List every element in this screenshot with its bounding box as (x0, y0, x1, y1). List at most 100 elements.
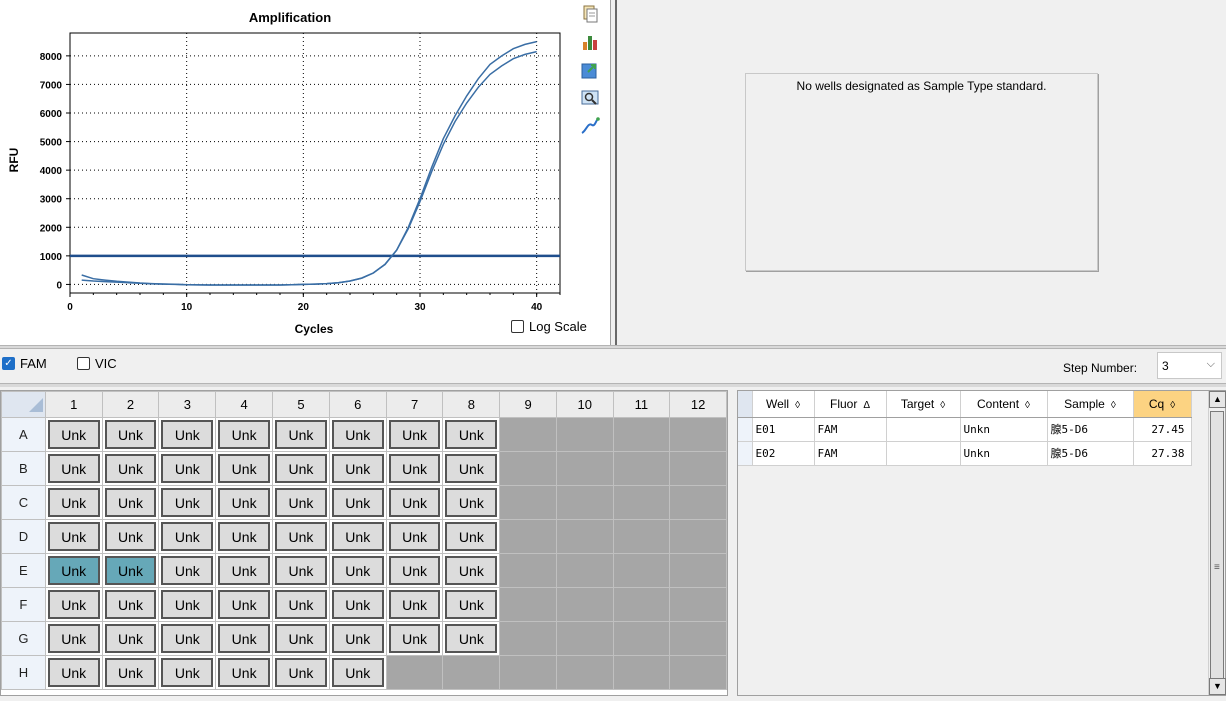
well-g5[interactable]: Unk (272, 621, 330, 656)
well-f12[interactable] (669, 587, 727, 622)
well-e4[interactable]: Unk (215, 553, 274, 588)
well-e1[interactable]: Unk (44, 553, 103, 588)
row-header-g[interactable]: G (1, 621, 46, 656)
well-e9[interactable] (499, 553, 557, 588)
well-g10[interactable] (555, 621, 614, 656)
well-h2[interactable]: Unk (101, 655, 160, 690)
well-c5[interactable]: Unk (272, 485, 330, 520)
well-g8[interactable]: Unk (442, 621, 501, 656)
well-e10[interactable] (555, 553, 614, 588)
fam-checkbox[interactable]: ✓ (2, 357, 15, 370)
well-a2[interactable]: Unk (101, 417, 160, 452)
column-header-1[interactable]: 1 (44, 391, 103, 418)
log-scale-checkbox[interactable] (511, 320, 524, 333)
column-header-5[interactable]: 5 (272, 391, 330, 418)
well-b10[interactable] (555, 451, 614, 486)
header-cq[interactable]: Cq ◊ (1133, 391, 1192, 418)
well-d3[interactable]: Unk (158, 519, 217, 554)
export-data-icon[interactable] (580, 60, 600, 80)
vic-option[interactable]: VIC (77, 356, 117, 371)
well-b9[interactable] (499, 451, 557, 486)
horizontal-splitter[interactable] (0, 345, 1226, 349)
well-a4[interactable]: Unk (215, 417, 274, 452)
well-c12[interactable] (669, 485, 727, 520)
well-c3[interactable]: Unk (158, 485, 217, 520)
well-a11[interactable] (612, 417, 671, 452)
well-d8[interactable]: Unk (442, 519, 501, 554)
well-g9[interactable] (499, 621, 557, 656)
scroll-down-icon[interactable]: ▼ (1209, 678, 1226, 695)
well-g3[interactable]: Unk (158, 621, 217, 656)
well-d2[interactable]: Unk (101, 519, 160, 554)
table-row[interactable]: E01 FAM Unkn 腺5-D6 27.45 (738, 417, 1192, 442)
well-a10[interactable] (555, 417, 614, 452)
well-g11[interactable] (612, 621, 671, 656)
column-header-10[interactable]: 10 (555, 391, 614, 418)
fam-option[interactable]: ✓ FAM (2, 356, 47, 371)
zoom-icon[interactable] (580, 88, 600, 108)
well-h12[interactable] (669, 655, 727, 690)
well-h6[interactable]: Unk (328, 655, 387, 690)
select-all-corner[interactable] (1, 391, 46, 418)
column-header-4[interactable]: 4 (215, 391, 274, 418)
row-header-f[interactable]: F (1, 587, 46, 622)
well-h10[interactable] (555, 655, 614, 690)
column-header-7[interactable]: 7 (385, 391, 444, 418)
header-target[interactable]: Target ◊ (886, 391, 961, 418)
well-b1[interactable]: Unk (44, 451, 103, 486)
row-header-b[interactable]: B (1, 451, 46, 486)
vertical-scrollbar[interactable]: ▲ ≡ ▼ (1208, 391, 1226, 695)
well-f4[interactable]: Unk (215, 587, 274, 622)
column-header-12[interactable]: 12 (669, 391, 727, 418)
well-a3[interactable]: Unk (158, 417, 217, 452)
log-scale-option[interactable]: Log Scale (511, 319, 587, 334)
column-header-9[interactable]: 9 (499, 391, 557, 418)
well-a7[interactable]: Unk (385, 417, 444, 452)
well-e8[interactable]: Unk (442, 553, 501, 588)
row-selector[interactable] (738, 417, 753, 442)
header-content[interactable]: Content ◊ (960, 391, 1048, 418)
well-g6[interactable]: Unk (328, 621, 387, 656)
column-header-8[interactable]: 8 (442, 391, 501, 418)
well-d11[interactable] (612, 519, 671, 554)
column-header-2[interactable]: 2 (101, 391, 160, 418)
header-sample[interactable]: Sample ◊ (1047, 391, 1134, 418)
well-c11[interactable] (612, 485, 671, 520)
well-f9[interactable] (499, 587, 557, 622)
well-a5[interactable]: Unk (272, 417, 330, 452)
row-selector[interactable] (738, 441, 753, 466)
header-well[interactable]: Well ◊ (752, 391, 815, 418)
well-f8[interactable]: Unk (442, 587, 501, 622)
export-chart-icon[interactable] (580, 32, 600, 52)
curve-settings-icon[interactable] (580, 116, 600, 136)
well-a8[interactable]: Unk (442, 417, 501, 452)
well-c2[interactable]: Unk (101, 485, 160, 520)
well-b7[interactable]: Unk (385, 451, 444, 486)
row-header-h[interactable]: H (1, 655, 46, 690)
well-b11[interactable] (612, 451, 671, 486)
well-g2[interactable]: Unk (101, 621, 160, 656)
well-h5[interactable]: Unk (272, 655, 330, 690)
row-header-a[interactable]: A (1, 417, 46, 452)
well-e5[interactable]: Unk (272, 553, 330, 588)
well-f10[interactable] (555, 587, 614, 622)
column-header-11[interactable]: 11 (612, 391, 671, 418)
well-d12[interactable] (669, 519, 727, 554)
well-g1[interactable]: Unk (44, 621, 103, 656)
well-e3[interactable]: Unk (158, 553, 217, 588)
well-b2[interactable]: Unk (101, 451, 160, 486)
well-f2[interactable]: Unk (101, 587, 160, 622)
well-f3[interactable]: Unk (158, 587, 217, 622)
well-b4[interactable]: Unk (215, 451, 274, 486)
results-corner[interactable] (738, 391, 753, 418)
table-row[interactable]: E02 FAM Unkn 腺5-D6 27.38 (738, 441, 1192, 466)
well-h8[interactable] (442, 655, 501, 690)
well-d9[interactable] (499, 519, 557, 554)
well-e11[interactable] (612, 553, 671, 588)
well-f5[interactable]: Unk (272, 587, 330, 622)
well-b5[interactable]: Unk (272, 451, 330, 486)
well-d7[interactable]: Unk (385, 519, 444, 554)
well-c8[interactable]: Unk (442, 485, 501, 520)
well-f1[interactable]: Unk (44, 587, 103, 622)
well-d1[interactable]: Unk (44, 519, 103, 554)
